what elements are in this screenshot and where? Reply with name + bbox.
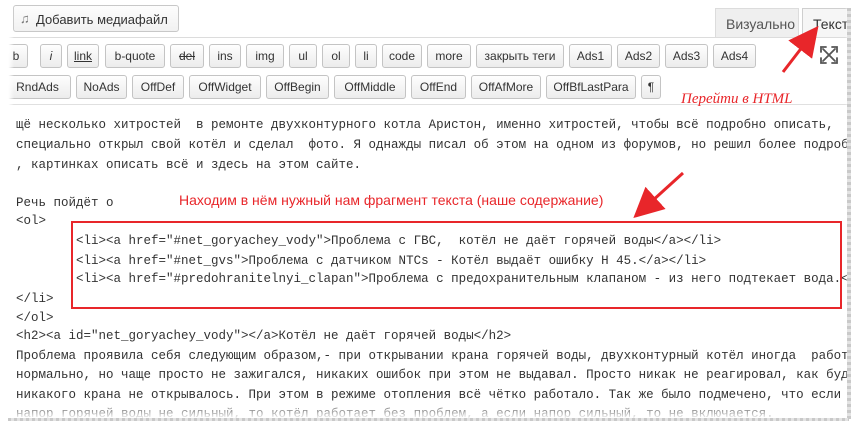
quicktags-toolbar-row1: b i link b-quote del ins img ul ol li co… <box>0 44 857 68</box>
add-media-label: Добавить медиафайл <box>36 12 168 27</box>
qt-rndads-button[interactable]: RndAds <box>4 75 71 99</box>
torn-edge-left <box>0 0 14 427</box>
qt-bquote-button[interactable]: b-quote <box>105 44 165 68</box>
annotation-find-fragment: Находим в нём нужный нам фрагмент текста… <box>179 192 604 208</box>
tab-visual[interactable]: Визуально <box>715 8 799 38</box>
qt-del-button[interactable]: del <box>170 44 204 68</box>
qt-ins-button[interactable]: ins <box>209 44 241 68</box>
qt-ads4-button[interactable]: Ads4 <box>713 44 756 68</box>
qt-ol-button[interactable]: ol <box>322 44 350 68</box>
qt-code-button[interactable]: code <box>382 44 422 68</box>
qt-li-button[interactable]: li <box>355 44 377 68</box>
code-line: </ol> <box>16 311 54 325</box>
qt-link-button[interactable]: link <box>67 44 99 68</box>
qt-offbflastpara-button[interactable]: OffBfLastPara <box>546 75 636 99</box>
qt-offmiddle-button[interactable]: OffMiddle <box>334 75 406 99</box>
code-line: <ol> <box>16 214 47 228</box>
qt-more-button[interactable]: more <box>427 44 471 68</box>
qt-offafmore-button[interactable]: OffAfMore <box>471 75 541 99</box>
qt-ads1-button[interactable]: Ads1 <box>569 44 612 68</box>
qt-ads2-button[interactable]: Ads2 <box>617 44 660 68</box>
code-line: <h2><a id="net_goryachey_vody"></a>Котёл… <box>16 329 512 343</box>
qt-close-tags-button[interactable]: закрыть теги <box>476 44 564 68</box>
fullscreen-icon[interactable] <box>818 44 840 66</box>
qt-italic-button[interactable]: i <box>40 44 62 68</box>
code-line: , картинках описать всё и здесь на этом … <box>16 158 362 172</box>
qt-offdef-button[interactable]: OffDef <box>132 75 184 99</box>
edge-shadow-bottom <box>8 418 849 421</box>
qt-ul-button[interactable]: ul <box>289 44 317 68</box>
code-line: Проблема проявила себя следующим образом… <box>16 349 857 363</box>
code-line: никакого крана не открывалось. При этом … <box>16 388 842 402</box>
qt-ads3-button[interactable]: Ads3 <box>665 44 708 68</box>
edge-shadow-right <box>847 8 851 419</box>
qt-offbegin-button[interactable]: OffBegin <box>266 75 329 99</box>
code-line: щё несколько хитростей в ремонте двухкон… <box>16 118 834 132</box>
media-icon: ♫ <box>20 11 30 26</box>
annotation-go-html: Перейти в HTML <box>681 91 793 107</box>
code-line: нормально, но чаще просто не зажигался, … <box>16 368 857 382</box>
qt-paragraph-button[interactable]: ¶ <box>641 75 661 99</box>
code-line: </li> <box>16 292 54 306</box>
qt-offend-button[interactable]: OffEnd <box>411 75 466 99</box>
qt-img-button[interactable]: img <box>246 44 284 68</box>
highlight-box <box>71 221 842 309</box>
qt-noads-button[interactable]: NoAds <box>76 75 127 99</box>
qt-offwidget-button[interactable]: OffWidget <box>189 75 261 99</box>
add-media-button[interactable]: ♫ Добавить медиафайл <box>13 5 179 32</box>
code-line: Речь пойдёт о <box>16 196 114 210</box>
code-line: специально открыл свой котёл и сделал фо… <box>16 138 857 152</box>
